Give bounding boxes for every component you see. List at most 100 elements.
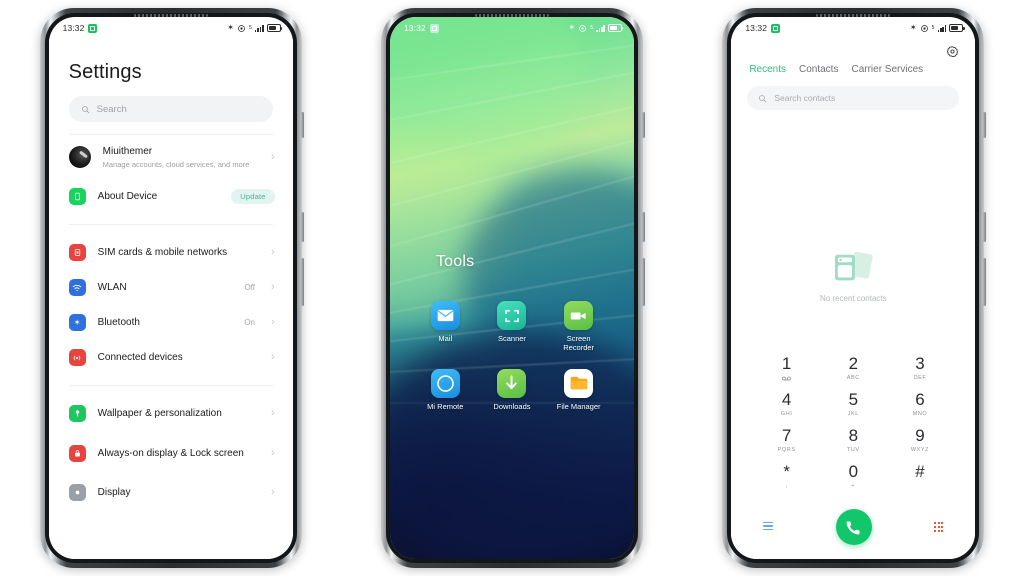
volume-up-button[interactable]: [641, 212, 645, 242]
status-time: 13:32: [745, 23, 768, 33]
volume-up-button[interactable]: [300, 212, 304, 242]
key-digit: 3: [915, 354, 925, 373]
settings-row-wallpaper[interactable]: Wallpaper & personalization ›: [49, 396, 293, 431]
dial-keypad: 1 2 ABC 3 DEF 4 GHI 5 JKL 6 MNO 7 PQRS 8…: [731, 355, 975, 490]
key-letters: ABC: [846, 375, 860, 381]
earpiece-speaker-icon: [474, 14, 549, 17]
sim-icon: [68, 244, 86, 261]
key-letters: PQRS: [777, 447, 796, 453]
app-downloads[interactable]: Downloads: [479, 368, 546, 411]
chevron-right-icon: ›: [270, 150, 275, 163]
about-device-label: About Device: [97, 191, 158, 202]
app-label: Mi Remote: [427, 401, 464, 411]
key-5[interactable]: 5 JKL: [820, 391, 887, 418]
search-contacts-input[interactable]: Search contacts: [747, 86, 960, 110]
page-title: Settings: [68, 61, 142, 83]
volume-down-button[interactable]: [641, 258, 645, 306]
status-bar: 13:32 ✶ 5: [731, 17, 975, 39]
key-digit: 0: [848, 462, 859, 481]
key-letters: TUV: [846, 447, 860, 453]
key-8[interactable]: 8 TUV: [820, 427, 887, 454]
app-file-manager[interactable]: File Manager: [545, 368, 612, 411]
display-icon: [68, 484, 86, 501]
settings-row-connected-devices[interactable]: Connected devices ›: [49, 340, 293, 375]
volume-down-button[interactable]: [983, 258, 987, 306]
bluetooth-icon: ✶: [227, 23, 234, 32]
settings-row-bluetooth[interactable]: ✶ Bluetooth On ›: [49, 305, 293, 340]
voicemail-icon: [782, 375, 792, 382]
row-value: Off: [244, 283, 255, 292]
chevron-right-icon: ›: [270, 316, 275, 328]
three-phone-showcase: 13:32 ✶ 5 Settings Search Miuithemer Man…: [0, 0, 1024, 576]
app-label: Screen Recorder: [563, 334, 595, 353]
app-grid: Mail Scanner Screen Recorder Mi Remote D…: [390, 301, 634, 411]
earpiece-speaker-icon: [133, 14, 208, 17]
gear-icon[interactable]: [946, 45, 959, 58]
app-mi-remote[interactable]: Mi Remote: [412, 368, 479, 411]
phone-screen-home: 13:32 ✶ 5 Tools Mail Scanner Screen Reco…: [389, 17, 634, 559]
chevron-right-icon: ›: [270, 446, 275, 459]
power-button[interactable]: [300, 112, 304, 138]
search-icon: [759, 94, 767, 102]
key-digit: 4: [781, 390, 792, 409]
key-star[interactable]: * ,: [753, 463, 820, 490]
row-value: On: [244, 318, 255, 327]
key-6[interactable]: 6 MNO: [887, 391, 954, 418]
app-label: Downloads: [493, 401, 531, 411]
volume-down-button[interactable]: [300, 258, 304, 306]
wallpaper-icon: [68, 405, 86, 422]
search-input[interactable]: Search: [68, 96, 273, 122]
empty-state-text: No recent contacts: [819, 294, 887, 303]
chevron-right-icon: ›: [270, 486, 275, 498]
status-badge[interactable]: Update: [231, 189, 275, 204]
power-button[interactable]: [641, 112, 645, 138]
app-label: File Manager: [556, 401, 601, 411]
keypad-grid-icon[interactable]: [934, 522, 944, 532]
empty-state: No recent contacts: [731, 249, 975, 303]
app-label: Scanner: [498, 334, 526, 343]
alarm-icon: [920, 24, 928, 32]
app-scanner[interactable]: Scanner: [479, 301, 546, 353]
app-screen-recorder[interactable]: Screen Recorder: [545, 301, 612, 353]
status-bar: 13:32 ✶ 5: [49, 17, 293, 39]
menu-icon[interactable]: [763, 521, 774, 533]
status-bar: 13:32 ✶ 5: [390, 17, 634, 39]
key-digit: 5: [848, 390, 859, 409]
key-letters: DEF: [913, 375, 927, 381]
settings-row-sim-cards[interactable]: SIM cards & mobile networks ›: [49, 235, 293, 270]
key-0[interactable]: 0 +: [820, 463, 887, 490]
key-3[interactable]: 3 DEF: [887, 355, 954, 382]
signal-icon: [596, 24, 605, 32]
tab-recents[interactable]: Recents: [749, 64, 786, 75]
key-letters: JKL: [847, 411, 859, 417]
settings-row-wlan[interactable]: WLAN Off ›: [49, 270, 293, 305]
tab-bar: Recents Contacts Carrier Services: [731, 58, 975, 75]
key-1[interactable]: 1: [753, 355, 820, 382]
volume-up-button[interactable]: [983, 212, 987, 242]
chevron-right-icon: ›: [270, 246, 275, 258]
tab-contacts[interactable]: Contacts: [799, 64, 838, 75]
phone-icon: [68, 188, 86, 205]
app-mail[interactable]: Mail: [412, 301, 479, 353]
battery-icon: [607, 24, 624, 32]
key-digit: 7: [781, 426, 792, 445]
key-digit: #: [915, 462, 925, 481]
settings-row-display[interactable]: Display ›: [49, 475, 293, 510]
key-4[interactable]: 4 GHI: [753, 391, 820, 418]
power-button[interactable]: [983, 112, 987, 138]
mi-remote-icon: [430, 368, 460, 398]
key-hash[interactable]: #: [887, 463, 954, 490]
tab-carrier-services[interactable]: Carrier Services: [851, 64, 923, 75]
key-7[interactable]: 7 PQRS: [753, 427, 820, 454]
green-chip-icon: [88, 23, 98, 33]
status-time: 13:32: [62, 23, 85, 33]
settings-row-always-on-display[interactable]: Always-on display & Lock screen ›: [49, 431, 293, 475]
key-letters: ,: [785, 483, 788, 489]
chevron-right-icon: ›: [270, 281, 275, 293]
call-button[interactable]: [835, 509, 872, 545]
key-9[interactable]: 9 WXYZ: [887, 427, 954, 454]
settings-row-account[interactable]: Miuithemer Manage accounts, cloud servic…: [49, 135, 293, 179]
key-2[interactable]: 2 ABC: [820, 355, 887, 382]
settings-row-about-device[interactable]: About Device Update: [49, 179, 293, 214]
signal-icon: [937, 24, 947, 32]
